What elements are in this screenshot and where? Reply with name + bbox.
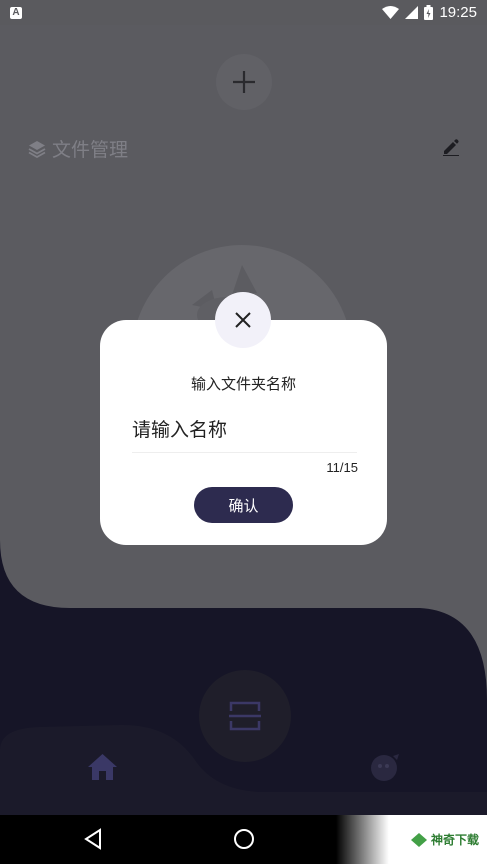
dialog-title: 输入文件夹名称 [190, 375, 296, 393]
edit-button[interactable] [442, 138, 460, 160]
battery-icon [424, 5, 434, 20]
home-circle-icon[interactable] [233, 828, 255, 850]
watermark-logo-icon [410, 832, 427, 847]
status-time: 19:25 [439, 4, 477, 21]
status-right: 19:25 [382, 4, 477, 21]
status-left: A [10, 6, 22, 19]
notification-app-icon: A [10, 6, 22, 19]
close-icon [235, 312, 251, 328]
watermark-text: 神奇下载 [430, 833, 479, 847]
scan-icon [229, 701, 261, 731]
home-icon [88, 754, 117, 780]
signal-icon [405, 6, 419, 19]
char-count: 11/15 [326, 460, 358, 475]
add-button[interactable] [216, 54, 272, 110]
profile-icon [371, 754, 399, 781]
status-bar: A 19:25 [0, 0, 487, 25]
scan-button[interactable] [199, 670, 291, 762]
wifi-icon [382, 6, 400, 19]
folder-name-input[interactable] [132, 410, 357, 450]
close-dialog-button[interactable] [215, 292, 271, 348]
confirm-button[interactable]: 确认 [194, 487, 293, 523]
input-underline [132, 452, 357, 453]
section-header: 文件管理 [28, 135, 128, 162]
plus-icon [233, 71, 255, 93]
section-title: 文件管理 [52, 139, 129, 161]
back-icon[interactable] [83, 828, 103, 850]
layers-icon [28, 140, 46, 158]
home-tab[interactable] [86, 752, 119, 786]
profile-tab[interactable] [369, 752, 401, 786]
folder-name-dialog: 输入文件夹名称 11/15 确认 [100, 320, 387, 545]
watermark: 神奇下载 [336, 815, 487, 864]
pencil-icon [443, 139, 459, 156]
